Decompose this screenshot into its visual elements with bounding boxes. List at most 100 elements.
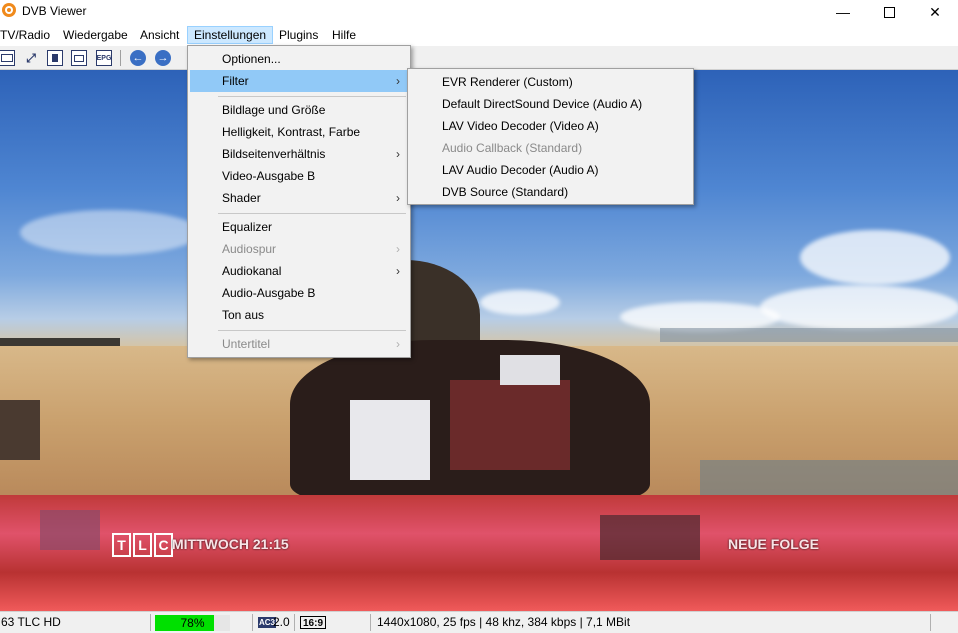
teletext-button[interactable] <box>71 50 87 66</box>
menu-item-video-ausgabe-b[interactable]: Video-Ausgabe B <box>190 165 408 187</box>
menu-item-label: Bildlage und Größe <box>222 103 326 117</box>
menu-item-label: Ton aus <box>222 308 265 322</box>
menu-item-filter[interactable]: Filter › <box>190 70 408 92</box>
chevron-right-icon: › <box>396 242 400 256</box>
teletext-icon <box>74 54 84 62</box>
menu-bar: TV/Radio Wiedergabe Ansicht Einstellunge… <box>0 24 958 46</box>
maximize-button[interactable] <box>866 0 912 24</box>
menu-tv-radio[interactable]: TV/Radio <box>0 26 56 44</box>
menu-item-ton-aus[interactable]: Ton aus <box>190 304 408 326</box>
chevron-right-icon: › <box>396 74 400 88</box>
close-button[interactable]: ✕ <box>912 0 958 24</box>
signal-strength-bar: 78% <box>155 615 230 631</box>
menu-wiedergabe[interactable]: Wiedergabe <box>57 26 134 44</box>
minimize-button[interactable]: — <box>820 0 866 24</box>
tlc-logo: T L C <box>112 533 173 557</box>
dark-block <box>600 515 700 560</box>
filter-item-evr-renderer[interactable]: EVR Renderer (Custom) <box>410 71 691 93</box>
menu-item-label: Filter <box>222 74 249 88</box>
menu-separator <box>218 96 406 97</box>
menu-separator <box>218 330 406 331</box>
grey-block <box>660 328 958 342</box>
filter-submenu: EVR Renderer (Custom) Default DirectSoun… <box>407 68 694 205</box>
menu-item-bildlage[interactable]: Bildlage und Größe <box>190 99 408 121</box>
menu-item-audiospur: Audiospur › <box>190 238 408 260</box>
filter-item-dvb-source[interactable]: DVB Source (Standard) <box>410 181 691 203</box>
status-separator <box>930 614 931 631</box>
title-bar: DVB Viewer — ✕ <box>0 0 958 24</box>
cloud <box>800 230 950 285</box>
menu-hilfe[interactable]: Hilfe <box>326 26 362 44</box>
app-icon <box>2 3 16 17</box>
status-separator <box>370 614 371 631</box>
status-separator <box>252 614 253 631</box>
epg-button[interactable]: EPG <box>96 50 112 66</box>
minimize-icon: — <box>836 4 850 20</box>
white-block <box>350 400 430 480</box>
menu-item-label: Video-Ausgabe B <box>222 169 316 183</box>
menu-item-bildseitenverhaeltnis[interactable]: Bildseitenverhältnis › <box>190 143 408 165</box>
status-separator <box>150 614 151 631</box>
menu-item-optionen[interactable]: Optionen... <box>190 48 408 70</box>
menu-item-label: Helligkeit, Kontrast, Farbe <box>222 125 361 139</box>
window-icon <box>1 54 13 62</box>
white-block <box>500 355 560 385</box>
menu-item-audio-ausgabe-b[interactable]: Audio-Ausgabe B <box>190 282 408 304</box>
back-button[interactable]: ← <box>130 50 146 66</box>
filter-item-lav-audio[interactable]: LAV Audio Decoder (Audio A) <box>410 159 691 181</box>
menu-separator <box>218 213 406 214</box>
logo-letter: C <box>154 533 173 557</box>
menu-item-helligkeit[interactable]: Helligkeit, Kontrast, Farbe <box>190 121 408 143</box>
menu-item-shader[interactable]: Shader › <box>190 187 408 209</box>
menu-ansicht[interactable]: Ansicht <box>134 26 185 44</box>
menu-einstellungen[interactable]: Einstellungen <box>187 26 274 44</box>
arrow-left-icon: ← <box>132 52 144 64</box>
cloud <box>480 290 560 315</box>
filter-item-directsound[interactable]: Default DirectSound Device (Audio A) <box>410 93 691 115</box>
logo-letter: L <box>133 533 152 557</box>
audio-channels: 2.0 <box>273 615 290 629</box>
purple-block <box>40 510 100 550</box>
status-separator <box>294 614 295 631</box>
channel-name: 63 TLC HD <box>1 615 61 629</box>
grey-block <box>700 460 958 500</box>
filter-item-audio-callback: Audio Callback (Standard) <box>442 141 583 155</box>
menu-item-label: Bildseitenverhältnis <box>222 147 326 161</box>
logo-letter: T <box>112 533 131 557</box>
maximize-icon <box>883 6 895 18</box>
window-mode-button[interactable] <box>0 50 15 66</box>
cloud <box>760 285 958 330</box>
status-bar: 63 TLC HD 78% AC3 2.0 16:9 1440x1080, 25… <box>0 611 958 633</box>
close-icon: ✕ <box>929 3 941 20</box>
aspect-ratio-badge: 16:9 <box>300 616 327 629</box>
menu-item-label: Shader <box>222 191 261 205</box>
menu-item-equalizer[interactable]: Equalizer <box>190 216 408 238</box>
desktop-icon <box>52 54 58 62</box>
signal-strength-label: 78% <box>180 616 205 630</box>
menu-plugins[interactable]: Plugins <box>273 26 324 44</box>
menu-item-label: Audiokanal <box>222 264 282 278</box>
chevron-right-icon: › <box>396 147 400 161</box>
arrow-right-icon: → <box>157 52 169 64</box>
menu-item-audiokanal[interactable]: Audiokanal › <box>190 260 408 282</box>
schedule-overlay: MITTWOCH 21:15 <box>172 536 289 552</box>
menu-item-label: Audio-Ausgabe B <box>222 286 316 300</box>
new-episode-overlay: NEUE FOLGE <box>728 536 820 552</box>
menu-item-label: Optionen... <box>222 52 281 66</box>
menu-item-label: Audiospur <box>222 242 277 256</box>
toolbar: ⤢ EPG ← → <box>0 46 958 70</box>
chevron-right-icon: › <box>396 264 400 278</box>
menu-item-label: Equalizer <box>222 220 273 234</box>
filter-item-lav-video[interactable]: LAV Video Decoder (Video A) <box>410 115 691 137</box>
dark-block <box>0 400 40 460</box>
toolbar-separator <box>120 50 121 66</box>
epg-icon: EPG <box>96 54 112 62</box>
einstellungen-menu: Optionen... Filter › Bildlage und Größe H… <box>187 45 411 358</box>
forward-button[interactable]: → <box>155 50 171 66</box>
stream-info: 1440x1080, 25 fps | 48 khz, 384 kbps | 7… <box>377 615 631 629</box>
fullscreen-button[interactable]: ⤢ <box>23 50 39 66</box>
window-title: DVB Viewer <box>22 4 87 18</box>
menu-item-untertitel: Untertitel › <box>190 333 408 355</box>
red-block <box>450 380 570 470</box>
desktop-mode-button[interactable] <box>47 50 63 66</box>
